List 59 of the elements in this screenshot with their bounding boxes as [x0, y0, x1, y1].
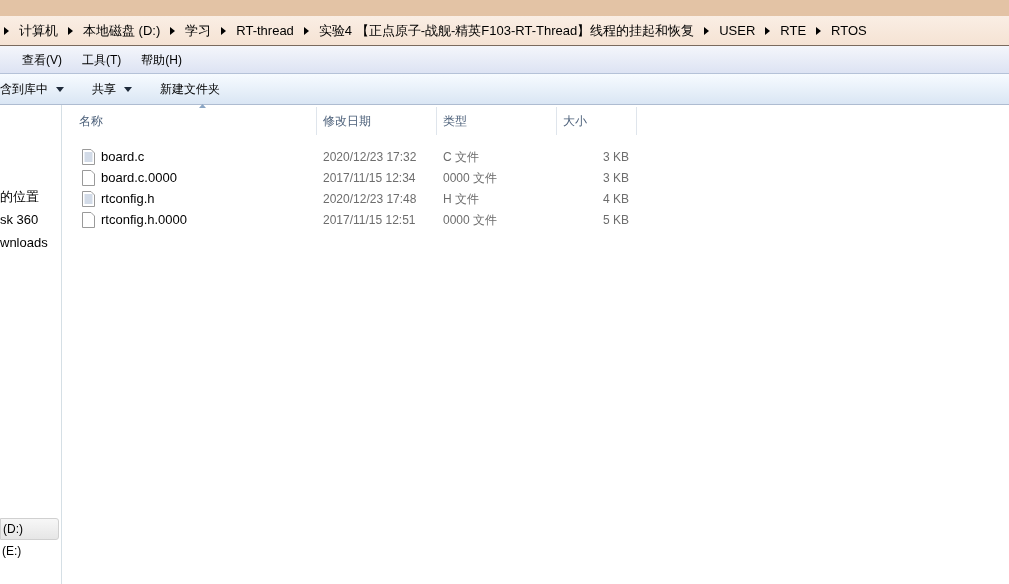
- date-cell-text: 2020/12/23 17:32: [322, 148, 418, 166]
- size-cell-text: 3 KB: [602, 148, 629, 166]
- type-cell-text: 0000 文件: [442, 169, 499, 187]
- drive-item[interactable]: (E:): [0, 540, 59, 562]
- date-cell-text: 2020/12/23 17:48: [322, 190, 418, 208]
- date-cell-text: 2017/11/15 12:51: [322, 211, 417, 229]
- caret-icon: [124, 86, 132, 92]
- file-icon: [82, 211, 95, 228]
- sidebar-item[interactable]: sk 360: [0, 208, 61, 231]
- menu-item[interactable]: 查看(V): [22, 50, 62, 69]
- toolbar-button[interactable]: 含到库中: [0, 80, 64, 98]
- file-name: board.c.0000: [101, 168, 177, 187]
- breadcrumb-item[interactable]: RTE: [780, 20, 807, 41]
- breadcrumb-item[interactable]: RT-thread: [236, 20, 294, 41]
- caret-icon: [56, 86, 64, 92]
- column-header[interactable]: 类型: [437, 107, 557, 135]
- chevron-icon: [170, 26, 176, 35]
- breadcrumb-item[interactable]: 计算机: [19, 20, 58, 41]
- drive-item[interactable]: (D:): [0, 518, 59, 540]
- column-header[interactable]: 大小: [557, 107, 637, 135]
- column-header[interactable]: 名称: [62, 107, 317, 135]
- file-row[interactable]: rtconfig.h.0000 2017/11/15 12:51 0000 文件 5 KB: [62, 209, 1009, 230]
- file-row[interactable]: board.c 2020/12/23 17:32 C 文件 3 KB: [62, 146, 1009, 167]
- chevron-icon: [221, 26, 227, 35]
- file-row[interactable]: board.c.0000 2017/11/15 12:34 0000 文件 3 KB: [62, 167, 1009, 188]
- toolbar-button[interactable]: 共享: [92, 80, 132, 98]
- size-cell-text: 3 KB: [602, 169, 629, 187]
- breadcrumb-item[interactable]: USER: [719, 20, 756, 41]
- chevron-icon: [765, 26, 771, 35]
- column-header[interactable]: 修改日期: [317, 107, 437, 135]
- chevron-icon: [4, 26, 9, 35]
- text-file-icon: [82, 148, 95, 165]
- breadcrumb-item[interactable]: 本地磁盘 (D:): [83, 20, 161, 41]
- chevron-icon: [303, 26, 309, 35]
- breadcrumb-item[interactable]: 学习: [185, 20, 212, 41]
- size-cell-text: 5 KB: [602, 211, 629, 229]
- toolbar-button[interactable]: 新建文件夹: [160, 80, 220, 98]
- file-row[interactable]: rtconfig.h 2020/12/23 17:48 H 文件 4 KB: [62, 188, 1009, 209]
- date-cell-text: 2017/11/15 12:34: [322, 169, 417, 187]
- chevron-icon: [704, 26, 710, 35]
- address-bar[interactable]: 计算机 本地磁盘 (D:) 学习 RT-thread 实验4 【正点原子-战舰-精英F103-RT-Thread】线程的挂起和恢复 USER RTE RTOS: [0, 16, 1009, 46]
- sort-arrow-icon: [199, 104, 206, 108]
- type-cell-text: C 文件: [442, 148, 480, 166]
- chevron-icon: [816, 26, 822, 35]
- file-icon: [82, 169, 95, 186]
- breadcrumb-item[interactable]: 实验4 【正点原子-战舰-精英F103-RT-Thread】线程的挂起和恢复: [318, 20, 695, 41]
- size-cell-text: 4 KB: [602, 190, 629, 208]
- file-name: board.c: [101, 147, 145, 166]
- sidebar-item[interactable]: wnloads: [0, 231, 61, 254]
- menu-item[interactable]: 工具(T): [82, 50, 122, 69]
- type-cell-text: H 文件: [442, 190, 480, 208]
- sidebar-item[interactable]: 的位置: [0, 185, 61, 208]
- menu-item[interactable]: 帮助(H): [141, 50, 182, 69]
- type-cell-text: 0000 文件: [442, 211, 499, 229]
- file-name: rtconfig.h.0000: [101, 210, 187, 229]
- chevron-icon: [68, 26, 73, 35]
- file-name: rtconfig.h: [101, 189, 155, 208]
- breadcrumb-item[interactable]: RTOS: [831, 20, 867, 41]
- text-file-icon: [82, 190, 95, 207]
